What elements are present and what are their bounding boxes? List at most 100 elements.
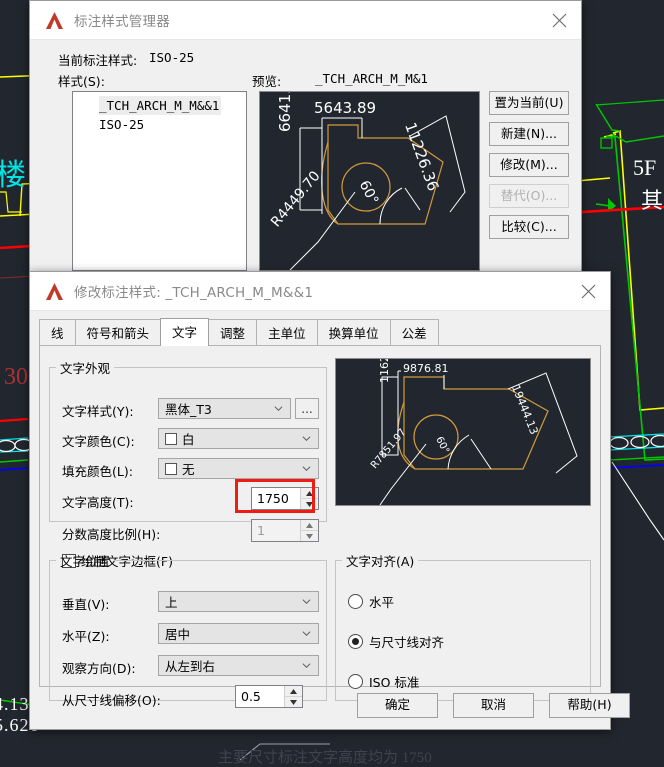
fraction-height-label: 分数高度比例(H): (62, 527, 161, 542)
cad-label-building: 楼 (0, 159, 26, 192)
chevron-down-icon (302, 663, 311, 669)
text-style-combo[interactable]: 黑体_T3 (158, 398, 291, 419)
list-item-label[interactable]: ISO-25 (99, 115, 146, 134)
modify-button-label: 修改(M)... (500, 156, 558, 172)
styles-listbox[interactable]: _TCH_ARCH_M_M&&1 ISO-25 (72, 91, 247, 271)
fill-color-label: 填充颜色(L): (62, 464, 133, 479)
modify-button[interactable]: 修改(M)... (489, 153, 569, 177)
styles-list-label: 样式(S): (58, 74, 105, 89)
tab-tolerances[interactable]: 公差 (389, 319, 439, 346)
offset-label: 从尺寸线偏移(O): (62, 693, 161, 708)
modify-dialog-title: 修改标注样式: _TCH_ARCH_M_M&&1 (74, 285, 314, 301)
cad-label-other: 其 (641, 188, 664, 213)
autocad-a-icon (44, 11, 65, 30)
text-alignment-group: 文字对齐(A) 水平 与尺寸线对齐 ISO 标准 (335, 551, 591, 701)
list-item[interactable]: _TCH_ARCH_M_M&&1 (73, 96, 246, 115)
stepper-up-icon[interactable] (285, 686, 302, 697)
text-color-value: 白 (182, 432, 195, 447)
tab-alternate-units[interactable]: 换算单位 (316, 319, 391, 346)
set-current-button[interactable]: 置为当前(U) (489, 91, 569, 115)
compare-button[interactable]: 比较(C)... (489, 215, 569, 239)
fraction-height-value: 1 (257, 523, 265, 538)
fill-color-combo[interactable]: 无 (158, 458, 319, 479)
align-horizontal-label: 水平 (369, 595, 395, 610)
styles-dialog-titlebar[interactable]: 标注样式管理器 (30, 1, 581, 40)
stepper-up-icon[interactable] (301, 520, 318, 531)
offset-input[interactable]: 0.5 (235, 685, 303, 708)
tab-text[interactable]: 文字 (160, 318, 210, 346)
chevron-down-icon (274, 406, 283, 412)
list-item[interactable]: ISO-25 (73, 115, 246, 134)
align-horizontal-radio[interactable] (348, 594, 363, 609)
text-style-label: 文字样式(Y): (62, 404, 134, 419)
cancel-button[interactable]: 取消 (453, 693, 534, 718)
text-placement-legend: 文字位置 (60, 554, 111, 569)
preview-style-name: _TCH_ARCH_M_M&1 (315, 71, 428, 86)
color-swatch-icon (165, 432, 177, 445)
fraction-height-input[interactable]: 1 (251, 519, 319, 542)
align-with-dimline-radio-row[interactable]: 与尺寸线对齐 (348, 632, 444, 651)
modify-dialog-titlebar[interactable]: 修改标注样式: _TCH_ARCH_M_M&&1 (30, 272, 610, 311)
modify-preview-dim-left: 11622.92 (378, 359, 391, 383)
vertical-combo[interactable]: 上 (158, 591, 319, 612)
tab-lines[interactable]: 线 (39, 319, 76, 346)
view-direction-combo[interactable]: 从左到右 (158, 655, 319, 676)
horizontal-value: 居中 (165, 627, 191, 642)
view-direction-label: 观察方向(D): (62, 661, 136, 676)
chevron-down-icon (302, 599, 311, 605)
chevron-down-icon (302, 466, 311, 472)
align-iso-radio[interactable] (348, 674, 363, 689)
preview-dim-top: 5643.89 (312, 99, 379, 117)
new-button[interactable]: 新建(N)... (489, 122, 569, 146)
offset-value: 0.5 (241, 689, 261, 704)
text-height-stepper[interactable] (300, 488, 318, 509)
align-with-dimline-radio[interactable] (348, 634, 363, 649)
text-height-value: 1750 (257, 491, 289, 506)
chevron-down-icon (302, 631, 311, 637)
compare-button-label: 比较(C)... (501, 218, 557, 234)
modify-preview-box: 9876.81 11622.92 19444.13 60° R7851.97 (335, 358, 591, 506)
styles-preview-box: 5643.89 6641.67 11226.36 60° R4449.70 (259, 91, 480, 271)
preview-label: 预览: (252, 74, 282, 89)
help-button-label: 帮助(H) (567, 697, 612, 713)
cad-label-bottom-hint: 主要尺寸标注文字高度均为 1750 (218, 750, 432, 766)
modify-dialog-body: 线 符号和箭头 文字 调整 主单位 换算单位 公差 文字外观 文字样式(Y): … (30, 311, 630, 730)
tab-strip[interactable]: 线 符号和箭头 文字 调整 主单位 换算单位 公差 (39, 318, 601, 346)
help-button[interactable]: 帮助(H) (549, 693, 630, 718)
fraction-height-stepper[interactable] (300, 520, 318, 541)
dimension-style-manager-dialog[interactable]: 标注样式管理器 当前标注样式: ISO-25 样式(S): _TCH_ARCH_… (29, 0, 582, 273)
cad-label-5f: 5F (633, 155, 657, 180)
vertical-value: 上 (165, 595, 178, 610)
tab-primary-units[interactable]: 主单位 (256, 319, 318, 346)
modify-preview-dim-top: 9876.81 (401, 362, 451, 375)
close-icon[interactable] (537, 1, 581, 39)
text-color-combo[interactable]: 白 (158, 428, 319, 449)
styles-dialog-title: 标注样式管理器 (74, 14, 170, 30)
horizontal-combo[interactable]: 居中 (158, 623, 319, 644)
text-placement-group: 文字位置 垂直(V): 上 水平(Z): 居中 观察方向(D): 从左到右 从尺… (49, 551, 327, 708)
text-height-input[interactable]: 1750 (251, 487, 319, 510)
horizontal-label: 水平(Z): (62, 629, 110, 644)
close-icon[interactable] (566, 272, 610, 310)
text-appearance-group: 文字外观 文字样式(Y): 黑体_T3 ... 文字颜色(C): 白 填充颜色(… (49, 358, 327, 569)
stepper-down-icon[interactable] (301, 499, 318, 509)
tab-symbols-arrows-label: 符号和箭头 (86, 326, 150, 341)
modify-preview-drawing (379, 370, 578, 505)
list-item-label[interactable]: _TCH_ARCH_M_M&&1 (99, 96, 222, 115)
ok-button[interactable]: 确定 (357, 693, 438, 718)
fill-color-value: 无 (182, 462, 195, 477)
tab-lines-label: 线 (51, 326, 64, 341)
align-iso-radio-row[interactable]: ISO 标准 (348, 672, 419, 691)
stepper-down-icon[interactable] (301, 531, 318, 541)
text-color-label: 文字颜色(C): (62, 434, 135, 449)
tab-fit[interactable]: 调整 (208, 319, 258, 346)
tab-symbols-arrows[interactable]: 符号和箭头 (74, 319, 162, 346)
offset-stepper[interactable] (284, 686, 302, 707)
tab-tolerances-label: 公差 (401, 326, 427, 341)
modify-dimension-style-dialog[interactable]: 修改标注样式: _TCH_ARCH_M_M&&1 线 符号和箭头 文字 调整 主… (29, 271, 630, 730)
align-horizontal-radio-row[interactable]: 水平 (348, 592, 394, 611)
chevron-down-icon (302, 436, 311, 442)
stepper-up-icon[interactable] (301, 488, 318, 499)
text-style-browse-button[interactable]: ... (295, 398, 319, 419)
stepper-down-icon[interactable] (285, 697, 302, 707)
